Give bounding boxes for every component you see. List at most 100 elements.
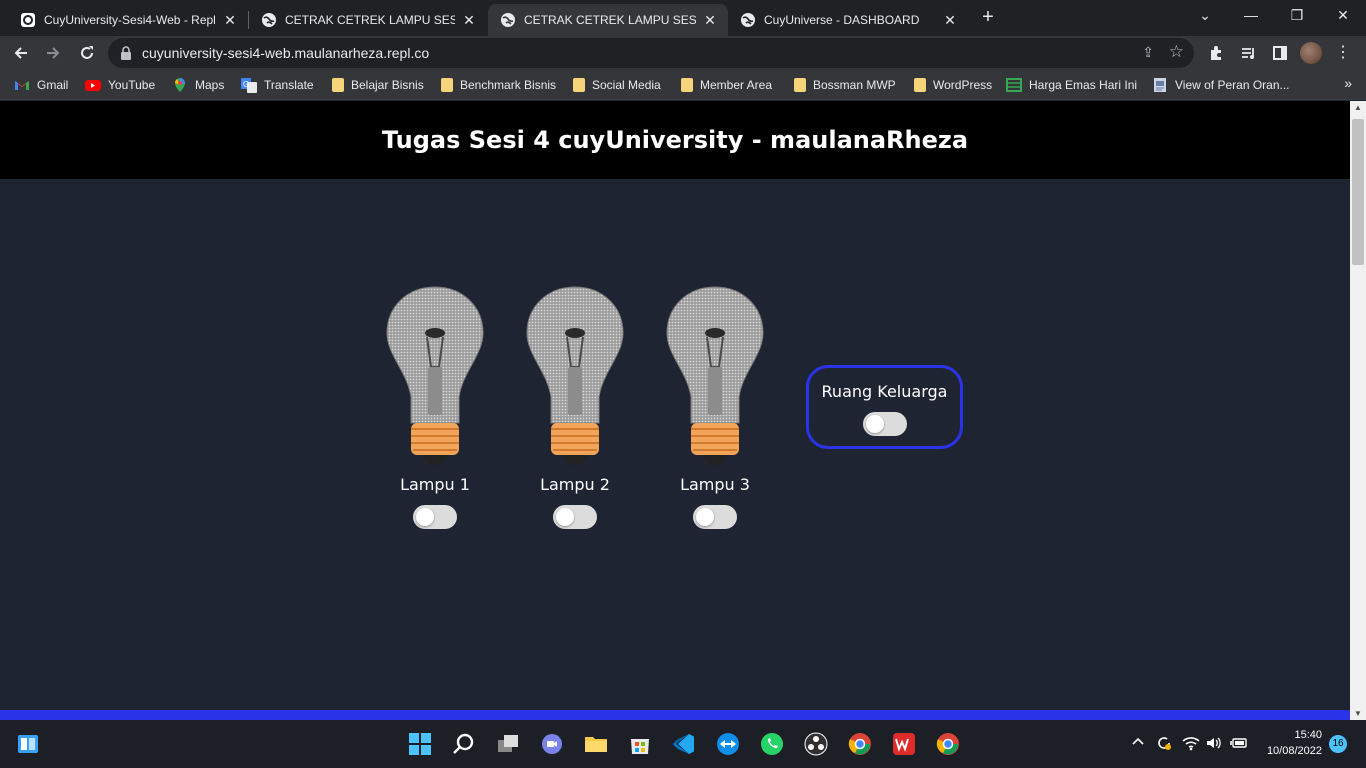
toggle-knob	[556, 508, 574, 526]
widgets-icon[interactable]	[16, 732, 40, 756]
vscode-icon[interactable]	[672, 732, 696, 756]
forward-button[interactable]	[40, 40, 66, 66]
lightbulb-icon	[666, 286, 764, 465]
maps-icon	[175, 78, 185, 92]
scrollbar-thumb[interactable]	[1352, 119, 1364, 265]
lamp-toggle-switch[interactable]	[693, 505, 737, 529]
room-label: Ruang Keluarga	[821, 382, 948, 401]
media-control-icon[interactable]	[1235, 40, 1261, 66]
task-view-icon[interactable]	[496, 732, 520, 756]
profile-avatar[interactable]	[1300, 42, 1322, 64]
lamp-toggle-switch[interactable]	[413, 505, 457, 529]
wifi-icon[interactable]	[1182, 735, 1200, 751]
lamp-toggle-switch[interactable]	[553, 505, 597, 529]
folder-icon	[573, 78, 585, 92]
chrome-profile-icon[interactable]	[848, 732, 872, 756]
bookmark-translate[interactable]: G Translate	[241, 76, 314, 94]
bookmark-gmail[interactable]: Gmail	[14, 76, 68, 94]
translate-icon: G	[241, 78, 257, 93]
wps-office-icon[interactable]	[892, 732, 916, 756]
clock-date[interactable]: 10/08/2022	[1250, 745, 1322, 757]
chevron-right-icon[interactable]: »	[1344, 75, 1352, 91]
bookmarks-bar: Gmail YouTube Maps G Translate Belajar B…	[0, 70, 1366, 100]
lightbulb-icon	[526, 286, 624, 465]
tab-replit[interactable]: CuyUniversity-Sesi4-Web - Replit ✕	[8, 4, 248, 36]
clock-time[interactable]: 15:40	[1270, 729, 1322, 741]
bookmark-label: Harga Emas Hari Ini	[1029, 78, 1138, 92]
sync-icon[interactable]	[1155, 734, 1173, 752]
globe-icon	[501, 13, 515, 27]
bookmark-folder-wordpress[interactable]: WordPress	[912, 76, 992, 94]
folder-icon	[441, 78, 453, 92]
address-bar[interactable]: cuyuniversity-sesi4-web.maulanarheza.rep…	[108, 38, 1194, 68]
folder-icon	[681, 78, 693, 92]
battery-icon[interactable]	[1230, 735, 1248, 751]
reload-button[interactable]	[74, 40, 100, 66]
bookmark-label: View of Peran Oran...	[1175, 78, 1290, 92]
toggle-knob	[696, 508, 714, 526]
bookmark-youtube[interactable]: YouTube	[85, 76, 155, 94]
back-button[interactable]	[8, 40, 34, 66]
close-window-button[interactable]: ✕	[1320, 0, 1366, 30]
lamp-label: Lampu 1	[400, 475, 470, 494]
scroll-down-icon[interactable]: ▼	[1354, 709, 1362, 718]
page-scrollbar[interactable]: ▲ ▼	[1350, 101, 1366, 720]
maximize-button[interactable]: ❐	[1274, 0, 1320, 30]
microsoft-store-icon[interactable]	[628, 732, 652, 756]
bookmark-folder-bossman-mwp[interactable]: Bossman MWP	[792, 76, 896, 94]
gmail-icon	[15, 81, 29, 90]
svg-text:G: G	[243, 80, 249, 89]
bookmark-folder-social-media[interactable]: Social Media	[571, 76, 661, 94]
share-icon[interactable]: ⇪	[1142, 44, 1154, 61]
folder-icon	[332, 78, 344, 92]
chat-icon[interactable]	[540, 732, 564, 756]
close-icon[interactable]: ✕	[942, 12, 958, 29]
volume-icon[interactable]	[1206, 735, 1222, 751]
bookmark-maps[interactable]: Maps	[172, 76, 224, 94]
tab-title: CuyUniverse - DASHBOARD	[764, 13, 920, 27]
bookmark-star-icon[interactable]: ☆	[1169, 42, 1184, 62]
notification-badge[interactable]: 16	[1329, 735, 1347, 753]
bookmark-folder-benchmark-bisnis[interactable]: Benchmark Bisnis	[439, 76, 556, 94]
close-icon[interactable]: ✕	[222, 12, 238, 29]
close-icon[interactable]: ✕	[702, 12, 718, 29]
tab-cetrak-1[interactable]: CETRAK CETREK LAMPU SESI 4 - ✕	[249, 4, 487, 36]
menu-kebab-icon[interactable]: ⋮	[1330, 40, 1356, 66]
chrome-icon[interactable]	[936, 732, 960, 756]
search-icon[interactable]	[452, 732, 476, 756]
whatsapp-icon[interactable]	[760, 732, 784, 756]
bookmark-label: Translate	[264, 78, 314, 92]
bookmark-label: Gmail	[37, 78, 69, 92]
tab-dashboard[interactable]: CuyUniverse - DASHBOARD ✕	[728, 4, 968, 36]
chevron-up-icon[interactable]	[1130, 734, 1146, 750]
bookmark-label: YouTube	[108, 78, 156, 92]
bookmark-view-peran[interactable]: View of Peran Oran...	[1152, 76, 1290, 94]
windows-start-icon[interactable]	[408, 732, 432, 756]
new-tab-button[interactable]: +	[976, 6, 1000, 30]
tab-cetrak-2-active[interactable]: CETRAK CETREK LAMPU SESI 4 - ✕	[488, 4, 728, 36]
minimize-button[interactable]: —	[1228, 0, 1274, 30]
close-icon[interactable]: ✕	[461, 12, 477, 29]
teamviewer-icon[interactable]	[716, 732, 740, 756]
bookmark-harga-emas[interactable]: Harga Emas Hari Ini	[1006, 76, 1137, 94]
bookmark-label: Belajar Bisnis	[351, 78, 424, 92]
browser-tab-strip: CuyUniversity-Sesi4-Web - Replit ✕ CETRA…	[0, 0, 1366, 36]
bookmark-label: Benchmark Bisnis	[460, 78, 557, 92]
side-panel-icon[interactable]	[1267, 40, 1293, 66]
lightbulb-icon	[386, 286, 484, 465]
lamp-card-3: Lampu 3	[665, 285, 765, 529]
bookmark-label: Social Media	[592, 78, 661, 92]
obs-icon[interactable]	[804, 732, 828, 756]
forward-arrow-icon	[47, 47, 60, 59]
lamp-card-1: Lampu 1	[385, 285, 485, 529]
folder-icon	[914, 78, 926, 92]
scroll-up-icon[interactable]: ▲	[1354, 103, 1362, 112]
bookmark-folder-belajar-bisnis[interactable]: Belajar Bisnis	[330, 76, 424, 94]
extensions-icon[interactable]	[1203, 40, 1229, 66]
bookmark-folder-member-area[interactable]: Member Area	[679, 76, 772, 94]
page-viewport: Tugas Sesi 4 cuyUniversity - maulanaRhez…	[0, 101, 1350, 710]
globe-icon	[262, 13, 276, 27]
room-toggle-switch[interactable]	[863, 412, 907, 436]
file-explorer-icon[interactable]	[584, 732, 608, 756]
tab-search-button[interactable]: ⌄	[1182, 0, 1228, 30]
